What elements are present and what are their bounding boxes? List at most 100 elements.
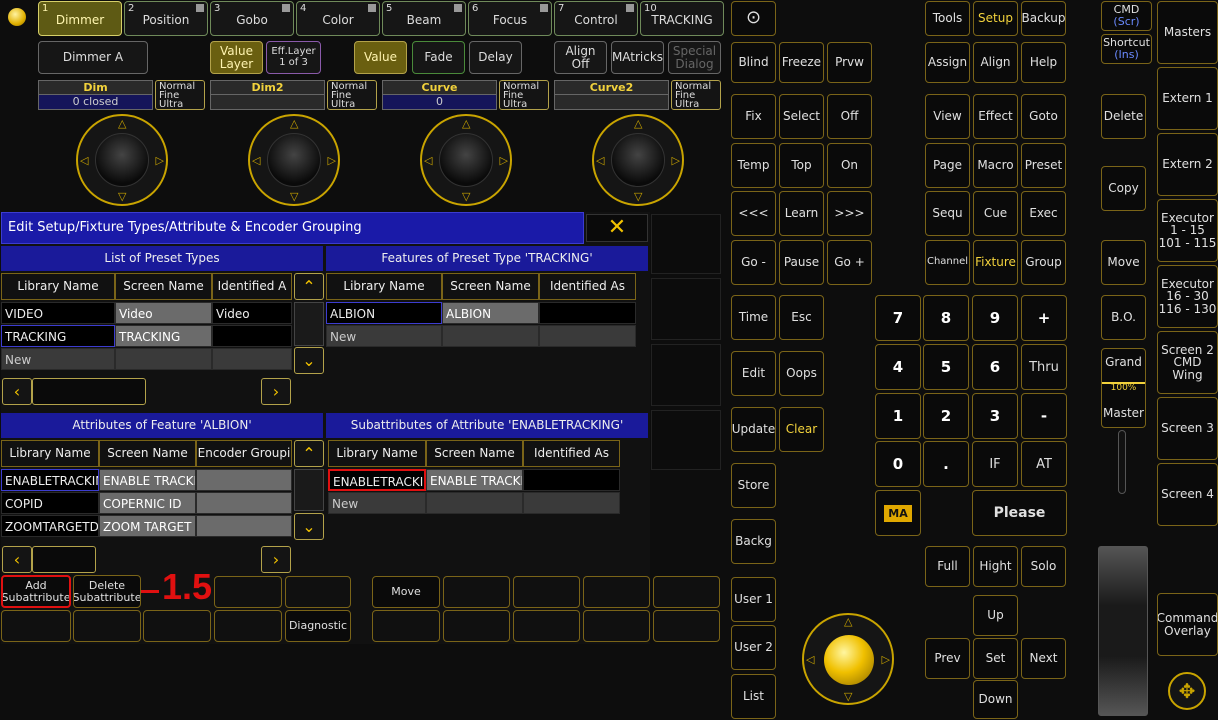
go-minus-button[interactable]: Go - <box>731 240 776 285</box>
encoder-knob-1[interactable]: △ ▽ ◁ ▷ <box>76 114 168 206</box>
cmd-button[interactable]: CMD (Scr) <box>1101 1 1152 31</box>
fader-track[interactable] <box>1118 430 1126 494</box>
table-cell[interactable] <box>212 325 292 347</box>
encoder-knob-4[interactable]: △ ▽ ◁ ▷ <box>592 114 684 206</box>
assign-button[interactable]: Assign <box>925 42 970 83</box>
table-cell[interactable] <box>523 492 620 514</box>
table-cell-selected[interactable]: ENABLETRACKIN <box>1 469 99 491</box>
table-cell[interactable]: TRACKING <box>115 325 212 347</box>
set-button[interactable]: Set <box>973 638 1018 679</box>
group-button[interactable]: Group <box>1021 240 1066 285</box>
scroll-right-icon[interactable]: › <box>261 378 291 405</box>
table-cell[interactable]: Video <box>212 302 292 324</box>
learn-button[interactable]: Learn <box>779 191 824 236</box>
blind-button[interactable]: Blind <box>731 42 776 83</box>
key-7[interactable]: 7 <box>875 295 921 341</box>
col-header[interactable]: Identified As <box>539 273 636 300</box>
screen3-button[interactable]: Screen 3 <box>1157 397 1218 460</box>
col-header[interactable]: Identified A <box>212 273 292 300</box>
table-cell[interactable]: New <box>328 492 426 514</box>
key-9[interactable]: 9 <box>972 295 1018 341</box>
effect-button[interactable]: Effect <box>973 94 1018 139</box>
table-cell[interactable]: Video <box>115 302 212 324</box>
table-cell-selected[interactable]: TRACKING <box>1 325 115 347</box>
col-header[interactable]: Library Name <box>328 440 426 467</box>
user1-button[interactable]: User 1 <box>731 577 776 622</box>
executor1-button[interactable]: Executor 1 - 15 101 - 115 <box>1157 199 1218 262</box>
encoder-resolution-button[interactable]: Normal Fine Ultra <box>499 80 549 110</box>
tab-position[interactable]: 2 Position <box>124 1 208 36</box>
channel-button[interactable]: Channel <box>925 240 970 285</box>
exec-button[interactable]: Exec <box>1021 191 1066 236</box>
scrollbar-track[interactable] <box>294 302 324 346</box>
backup-button[interactable]: Backup <box>1021 1 1066 36</box>
table-cell[interactable] <box>196 515 292 537</box>
tab-color[interactable]: 4 Color <box>296 1 380 36</box>
next-page-button[interactable]: >>> <box>827 191 872 236</box>
hscrollbar-thumb[interactable] <box>32 378 146 405</box>
extern1-button[interactable]: Extern 1 <box>1157 67 1218 130</box>
key-3[interactable]: 3 <box>972 393 1018 439</box>
col-header[interactable]: Screen Name <box>99 440 196 467</box>
table-cell[interactable] <box>115 348 212 370</box>
encoder-resolution-button[interactable]: Normal Fine Ultra <box>327 80 377 110</box>
table-cell-selected[interactable]: ALBION <box>326 302 442 324</box>
grand-master-fader[interactable]: Grand 100% Master <box>1101 348 1146 428</box>
table-cell[interactable]: ZOOM TARGET D <box>99 515 196 537</box>
fix-button[interactable]: Fix <box>731 94 776 139</box>
pause-button[interactable]: Pause <box>779 240 824 285</box>
up-button[interactable]: Up <box>973 595 1018 636</box>
move-key[interactable]: Move <box>1101 240 1146 285</box>
fixture-button[interactable]: Fixture <box>973 240 1018 285</box>
empty-button[interactable] <box>143 610 211 642</box>
temp-button[interactable]: Temp <box>731 143 776 188</box>
sequ-button[interactable]: Sequ <box>925 191 970 236</box>
table-cell[interactable] <box>212 348 292 370</box>
tab-control[interactable]: 7 Control <box>554 1 638 36</box>
hight-button[interactable]: Hight <box>973 546 1018 587</box>
encoder-knob-2[interactable]: △ ▽ ◁ ▷ <box>248 114 340 206</box>
empty-button[interactable] <box>583 576 650 608</box>
key-thru[interactable]: Thru <box>1021 344 1067 390</box>
page-button[interactable]: Page <box>925 143 970 188</box>
empty-button[interactable] <box>214 576 282 608</box>
add-subattribute-button[interactable]: Add Subattribute <box>1 575 71 608</box>
align-off-button[interactable]: Align Off <box>554 41 607 74</box>
store-button[interactable]: Store <box>731 463 776 508</box>
cue-button[interactable]: Cue <box>973 191 1018 236</box>
key-2[interactable]: 2 <box>923 393 969 439</box>
next-button[interactable]: Next <box>1021 638 1066 679</box>
col-header[interactable]: Library Name <box>326 273 442 300</box>
key-8[interactable]: 8 <box>923 295 969 341</box>
ma-logo-key[interactable]: MA <box>875 490 921 536</box>
shortcut-button[interactable]: Shortcut (Ins) <box>1101 34 1152 64</box>
scroll-down-icon[interactable]: ⌄ <box>294 347 324 374</box>
table-cell[interactable] <box>426 492 523 514</box>
key-6[interactable]: 6 <box>972 344 1018 390</box>
table-cell[interactable] <box>539 302 636 324</box>
scroll-left-icon[interactable]: ‹ <box>2 378 32 405</box>
select-button[interactable]: Select <box>779 94 824 139</box>
prvw-button[interactable]: Prvw <box>827 42 872 83</box>
empty-button[interactable] <box>443 610 510 642</box>
table-cell[interactable] <box>196 469 292 491</box>
on-button[interactable]: On <box>827 143 872 188</box>
table-cell-selected[interactable]: ENABLETRACKIN <box>328 469 426 491</box>
delete-subattribute-button[interactable]: Delete Subattribute <box>73 575 141 608</box>
dimmer-a-button[interactable]: Dimmer A <box>38 41 148 74</box>
close-icon[interactable]: ✕ <box>586 214 648 242</box>
screen4-button[interactable]: Screen 4 <box>1157 463 1218 526</box>
delay-button[interactable]: Delay <box>469 41 522 74</box>
masters-button[interactable]: Masters <box>1157 1 1218 64</box>
key-5[interactable]: 5 <box>923 344 969 390</box>
table-cell[interactable]: COPID <box>1 492 99 514</box>
key-4[interactable]: 4 <box>875 344 921 390</box>
full-button[interactable]: Full <box>925 546 970 587</box>
clear-button[interactable]: Clear <box>779 407 824 452</box>
fade-button[interactable]: Fade <box>412 41 465 74</box>
col-header[interactable]: Encoder Groupi <box>196 440 292 467</box>
esc-button[interactable]: Esc <box>779 295 824 340</box>
executor2-button[interactable]: Executor 16 - 30 116 - 130 <box>1157 265 1218 328</box>
backg-button[interactable]: Backg <box>731 519 776 564</box>
tools-button[interactable]: Tools <box>925 1 970 36</box>
